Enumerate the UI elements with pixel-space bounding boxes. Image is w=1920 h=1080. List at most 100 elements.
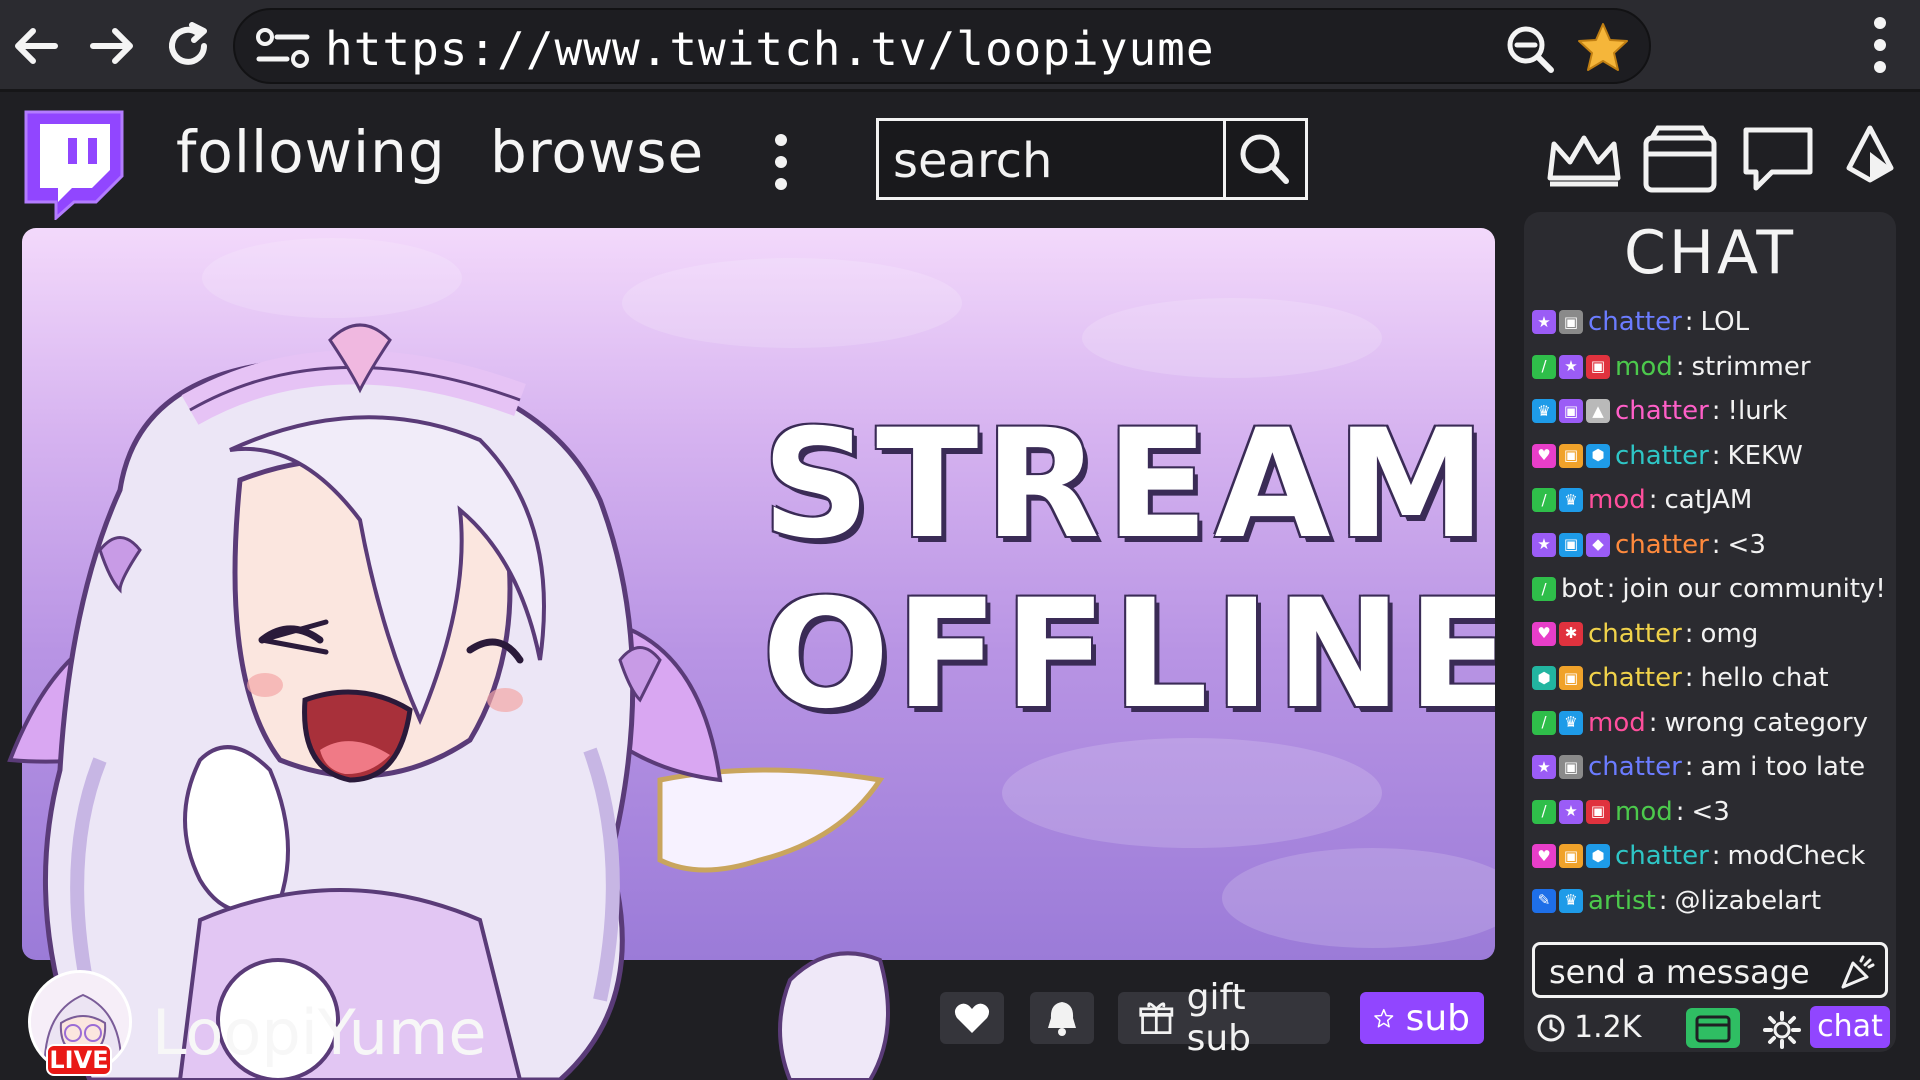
chat-badge-icon[interactable]: ★ [1532,532,1556,557]
chat-username[interactable]: chatter [1615,841,1709,871]
crown-icon[interactable] [1544,120,1624,200]
chat-message-text: <3 [1727,529,1766,560]
chat-button[interactable]: chat [1810,1006,1890,1048]
chat-badge-icon[interactable]: ▣ [1559,532,1583,557]
chat-username[interactable]: mod [1615,797,1673,827]
chat-badge-icon[interactable]: / [1532,799,1556,824]
notifications-button[interactable] [1030,992,1094,1044]
chat-badge-icon[interactable]: ▣ [1559,310,1583,335]
twitch-logo-icon[interactable] [18,102,130,220]
chat-badge-icon[interactable]: / [1532,577,1556,602]
chat-separator: : [1711,440,1721,471]
chat-message: ★ ▣ chatter: LOL [1532,300,1892,345]
heart-icon [954,1003,990,1033]
chat-badge-icon[interactable]: ▣ [1586,799,1610,824]
chat-badge-icon[interactable]: ♛ [1559,710,1583,735]
chat-message-text: catJAM [1664,485,1753,516]
chat-badge-icon[interactable]: ♥ [1532,621,1556,646]
chat-username[interactable]: mod [1588,485,1646,515]
search-button[interactable] [1223,121,1305,197]
inbox-icon[interactable] [1640,120,1720,200]
zoom-out-icon[interactable] [1505,24,1555,74]
chat-badge-icon[interactable]: ▲ [1586,399,1610,424]
nav-browse[interactable]: browse [490,118,704,186]
gift-sub-button[interactable]: gift sub [1118,977,1330,1059]
chat-badge-icon[interactable]: ◆ [1586,532,1610,557]
live-badge: LIVE [46,1044,112,1076]
back-arrow-icon[interactable] [6,16,66,76]
chat-badge-icon[interactable]: ★ [1532,755,1556,780]
cloud-decoration [1222,848,1495,948]
follow-button[interactable] [940,992,1004,1044]
chat-message-text: omg [1700,618,1759,649]
chat-badge-icon[interactable]: ⬢ [1532,666,1556,691]
address-bar[interactable]: https://www.twitch.tv/loopiyume [233,8,1651,84]
chat-message: ✎ ♛ artist: @lizabelart [1532,879,1892,924]
whispers-icon[interactable] [1738,120,1818,200]
chat-badge-icon[interactable]: ♥ [1532,844,1556,869]
chat-username[interactable]: chatter [1615,441,1709,471]
bookmark-star-icon[interactable] [1575,20,1631,76]
chat-badge-icon[interactable]: / [1532,354,1556,379]
chat-badge-icon[interactable]: ▣ [1559,666,1583,691]
chat-separator: : [1606,574,1616,605]
chat-message-text: join our community! [1622,574,1886,605]
chat-message: ★ ▣ ◆ chatter: <3 [1532,523,1892,568]
cloud-decoration [1082,298,1382,378]
chat-badge-icon[interactable]: ▣ [1559,755,1583,780]
chat-username[interactable]: artist [1588,886,1656,916]
chat-badge-icon[interactable]: / [1532,710,1556,735]
chat-badge-icon[interactable]: ★ [1559,354,1583,379]
chat-badge-icon[interactable]: ★ [1559,799,1583,824]
subscribe-button[interactable]: sub [1360,992,1484,1044]
forward-arrow-icon[interactable] [82,16,142,76]
url-text[interactable]: https://www.twitch.tv/loopiyume [325,22,1215,76]
chat-username[interactable]: chatter [1615,530,1709,560]
channel-name[interactable]: LoopiYume [152,996,487,1069]
menu-kebab-icon[interactable] [1860,14,1900,76]
nav-following[interactable]: following [176,118,446,186]
viewer-count: 1.2K [1536,1010,1641,1045]
chat-badge-icon[interactable]: ⬢ [1586,844,1610,869]
chat-username[interactable]: chatter [1588,663,1682,693]
chat-badge-icon[interactable]: ♛ [1559,488,1583,513]
more-kebab-icon[interactable] [768,132,794,192]
chat-separator: : [1648,707,1658,738]
chat-message-input[interactable]: send a message [1532,942,1888,998]
chat-username[interactable]: chatter [1588,307,1682,337]
chat-badge-icon[interactable]: ▣ [1559,844,1583,869]
chat-badge-icon[interactable]: ♛ [1559,888,1583,913]
chat-badge-icon[interactable]: ✱ [1559,621,1583,646]
chat-username[interactable]: mod [1588,708,1646,738]
chat-badge-icon[interactable]: ♛ [1532,399,1556,424]
search-input[interactable]: search [876,118,1308,200]
chat-message: / bot: join our community! [1532,567,1892,612]
channel-points-button[interactable] [1686,1008,1740,1048]
chat-username[interactable]: mod [1615,352,1673,382]
party-popper-icon[interactable] [1839,955,1875,991]
chat-badge-icon[interactable]: / [1532,488,1556,513]
chat-separator: : [1648,485,1658,516]
chat-separator: : [1684,752,1694,783]
chat-message-text: KEKW [1727,440,1803,471]
gear-icon[interactable] [1762,1010,1802,1050]
site-settings-icon[interactable] [255,28,311,68]
chat-badge-icon[interactable]: ▣ [1559,399,1583,424]
chat-message: / ♛ mod: wrong category [1532,701,1892,746]
chat-message: ★ ▣ chatter: am i too late [1532,745,1892,790]
reload-icon[interactable] [158,16,218,76]
chat-badge-icon[interactable]: ✎ [1532,888,1556,913]
chat-badge-icon[interactable]: ♥ [1532,443,1556,468]
chat-username[interactable]: chatter [1588,619,1682,649]
chat-badge-icon[interactable]: ★ [1532,310,1556,335]
chat-badge-icon[interactable]: ⬢ [1586,443,1610,468]
chat-badge-icon[interactable]: ▣ [1586,354,1610,379]
chat-badge-icon[interactable]: ▣ [1559,443,1583,468]
chat-username[interactable]: chatter [1588,752,1682,782]
chat-panel: CHAT ★ ▣ chatter: LOL / ★ ▣ mod: strimmer ♛ ▣ ▲ chat… [1524,212,1896,1052]
bits-icon[interactable] [1830,120,1910,200]
chat-username[interactable]: chatter [1615,396,1709,426]
chat-separator: : [1658,885,1668,916]
chat-username[interactable]: bot [1561,574,1604,604]
search-icon [1240,134,1289,184]
